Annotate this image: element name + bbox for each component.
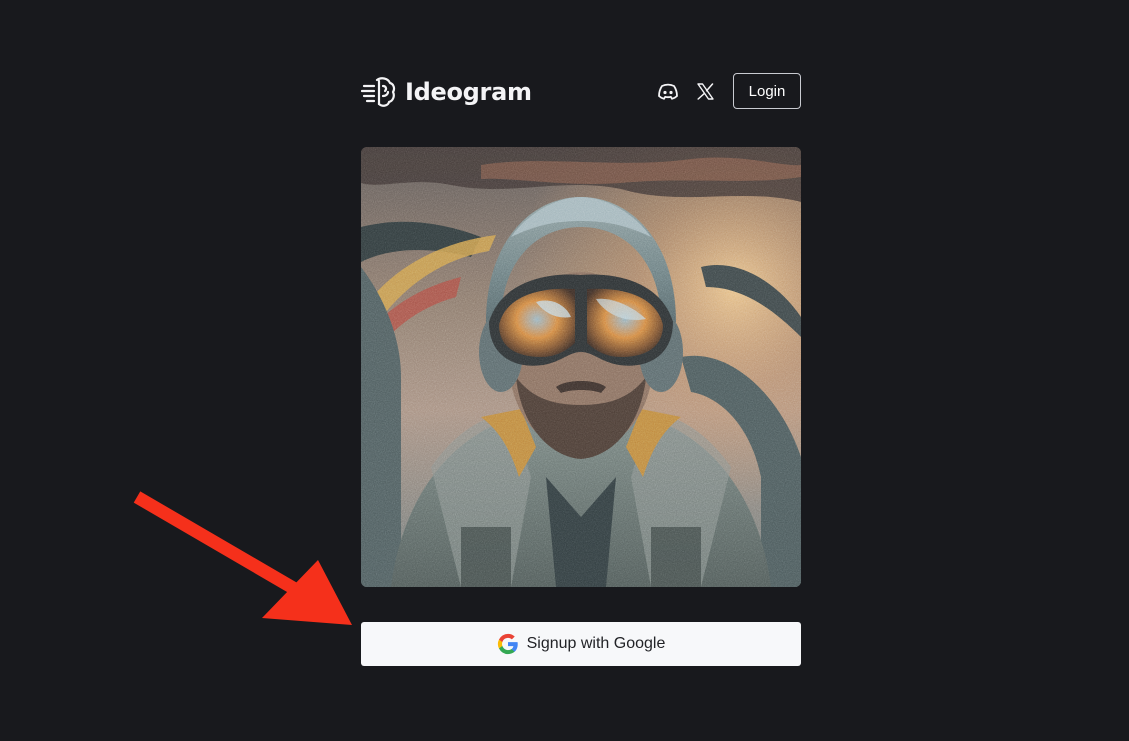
brain-logo-icon [361, 77, 396, 107]
brand-logo[interactable]: Ideogram [361, 73, 532, 111]
signup-label: Signup with Google [526, 635, 666, 652]
login-button[interactable]: Login [733, 73, 801, 109]
x-icon[interactable] [697, 83, 714, 100]
page: Ideogram Login Signup with Google [0, 0, 1129, 741]
pilot-portrait-image [361, 147, 801, 587]
signup-with-google-button[interactable]: Signup with Google [361, 622, 801, 666]
discord-icon[interactable] [657, 82, 679, 102]
header: Ideogram Login [361, 73, 801, 111]
google-icon [497, 633, 518, 655]
brand-name: Ideogram [405, 78, 532, 106]
